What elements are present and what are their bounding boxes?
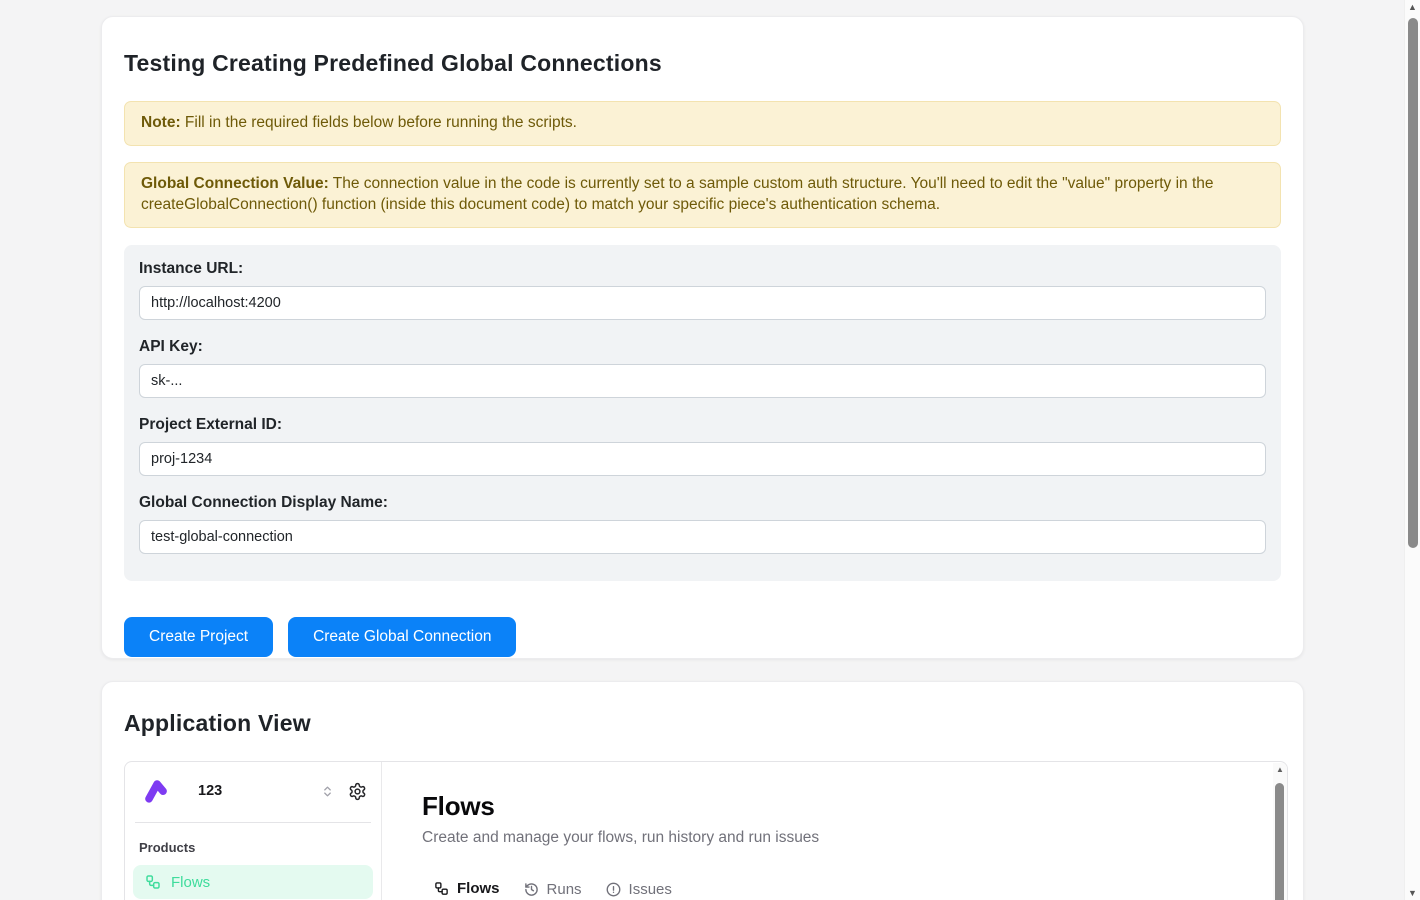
page-scrollbar[interactable]: ▲ ▼: [1404, 0, 1420, 900]
scroll-up-icon[interactable]: ▲: [1273, 763, 1287, 777]
instance-url-label: Instance URL:: [139, 260, 1266, 278]
project-name: 123: [198, 783, 222, 799]
flows-heading: Flows: [422, 791, 1287, 822]
global-connection-display-name-label: Global Connection Display Name:: [139, 494, 1266, 512]
history-icon: [524, 882, 539, 897]
sidebar-item-label: Flows: [171, 874, 210, 891]
form-panel: Instance URL: API Key: Project External …: [124, 245, 1281, 581]
tab-flows-label: Flows: [457, 880, 500, 897]
chevrons-up-down-icon: [321, 785, 334, 798]
api-key-label: API Key:: [139, 338, 1266, 356]
note-banner: Note: Fill in the required fields below …: [124, 101, 1281, 146]
instance-url-input[interactable]: [139, 286, 1266, 320]
workflow-icon: [434, 881, 449, 896]
testing-card: Testing Creating Predefined Global Conne…: [101, 16, 1304, 659]
note-banner-label: Note:: [141, 114, 181, 131]
global-connection-value-label: Global Connection Value:: [141, 175, 329, 192]
page-scrollbar-thumb[interactable]: [1408, 18, 1418, 548]
sidebar-divider: [135, 822, 371, 823]
products-section-label: Products: [133, 840, 373, 855]
global-connection-value-banner: Global Connection Value: The connection …: [124, 162, 1281, 228]
button-row: Create Project Create Global Connection: [124, 617, 1281, 657]
application-view-title: Application View: [124, 710, 1281, 737]
page-title: Testing Creating Predefined Global Conne…: [124, 50, 1281, 77]
app-sidebar-header: 123: [133, 776, 373, 806]
app-sidebar: 123 Produc: [125, 762, 382, 900]
sidebar-item-flows[interactable]: Flows: [133, 865, 373, 899]
flows-subheading: Create and manage your flows, run histor…: [422, 829, 1287, 847]
tab-bar: Flows Runs: [422, 880, 1287, 900]
tab-runs[interactable]: Runs: [512, 880, 594, 900]
global-connection-display-name-input[interactable]: [139, 520, 1266, 554]
tab-issues-label: Issues: [629, 881, 672, 898]
tab-runs-label: Runs: [547, 881, 582, 898]
project-external-id-input[interactable]: [139, 442, 1266, 476]
application-view-card: Application View 123: [101, 681, 1304, 900]
create-project-button[interactable]: Create Project: [124, 617, 273, 657]
api-key-input[interactable]: [139, 364, 1266, 398]
workflow-icon: [145, 874, 161, 890]
gear-icon[interactable]: [348, 782, 367, 801]
note-banner-text: Fill in the required fields below before…: [185, 114, 577, 131]
create-global-connection-button[interactable]: Create Global Connection: [288, 617, 516, 657]
application-frame: 123 Produc: [124, 761, 1288, 900]
tab-issues[interactable]: Issues: [594, 880, 684, 900]
app-scrollbar[interactable]: ▲: [1273, 763, 1287, 900]
tab-flows[interactable]: Flows: [422, 880, 512, 900]
app-scrollbar-thumb[interactable]: [1275, 783, 1284, 900]
project-selector[interactable]: 123: [198, 783, 348, 799]
app-main: Flows Create and manage your flows, run …: [382, 762, 1287, 900]
activepieces-logo: [144, 778, 170, 804]
alert-circle-icon: [606, 882, 621, 897]
project-external-id-label: Project External ID:: [139, 416, 1266, 434]
scroll-down-icon[interactable]: ▼: [1405, 888, 1420, 898]
scroll-up-icon[interactable]: ▲: [1405, 2, 1420, 12]
